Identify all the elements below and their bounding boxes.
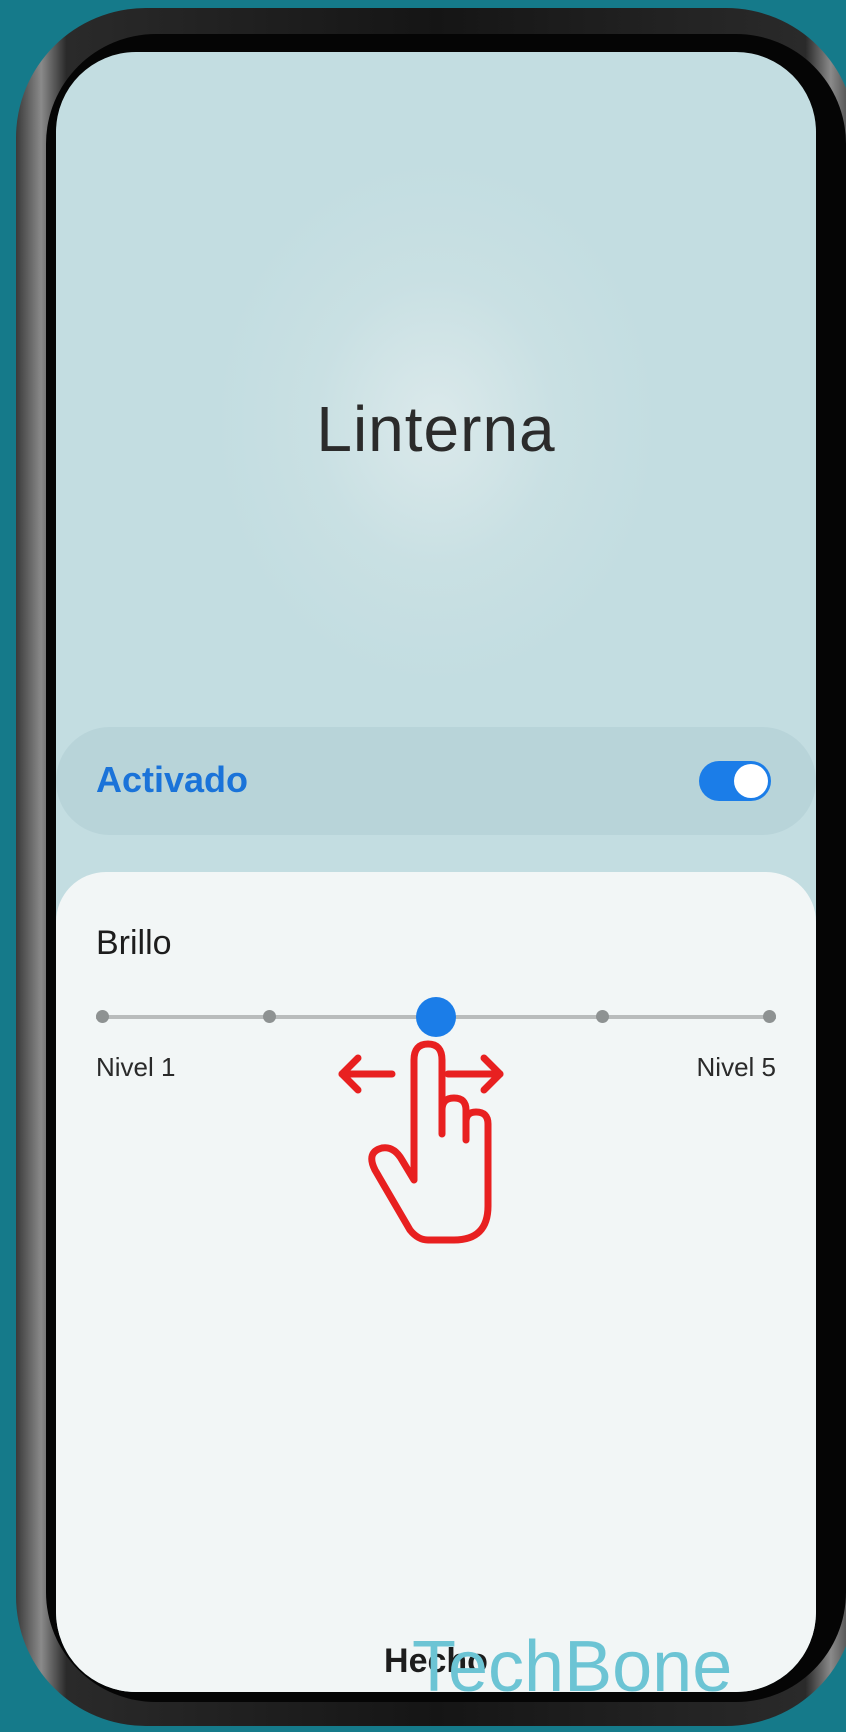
flashlight-switch[interactable] bbox=[699, 761, 771, 801]
brightness-sheet: Brillo Nivel 1 Nivel 5 Hecho bbox=[56, 872, 816, 1692]
slider-tick bbox=[596, 1010, 610, 1023]
slider-tick bbox=[763, 1010, 776, 1023]
max-level-label: Nivel 5 bbox=[696, 1052, 776, 1082]
flashlight-toggle-row[interactable]: Activado bbox=[56, 727, 816, 835]
flashlight-screen: Linterna Activado Brillo Nivel 1 Nivel 5… bbox=[56, 52, 816, 1692]
switch-knob bbox=[734, 764, 768, 798]
toggle-label: Activado bbox=[96, 759, 249, 800]
page-title: Linterna bbox=[316, 393, 556, 465]
slider-tick bbox=[262, 1010, 276, 1023]
swipe-horizontal-hand-icon bbox=[338, 1040, 504, 1244]
min-level-label: Nivel 1 bbox=[96, 1052, 176, 1082]
brightness-title: Brillo bbox=[96, 924, 172, 962]
watermark-text: TechBone bbox=[412, 1627, 733, 1707]
slider-tick bbox=[96, 1010, 109, 1023]
